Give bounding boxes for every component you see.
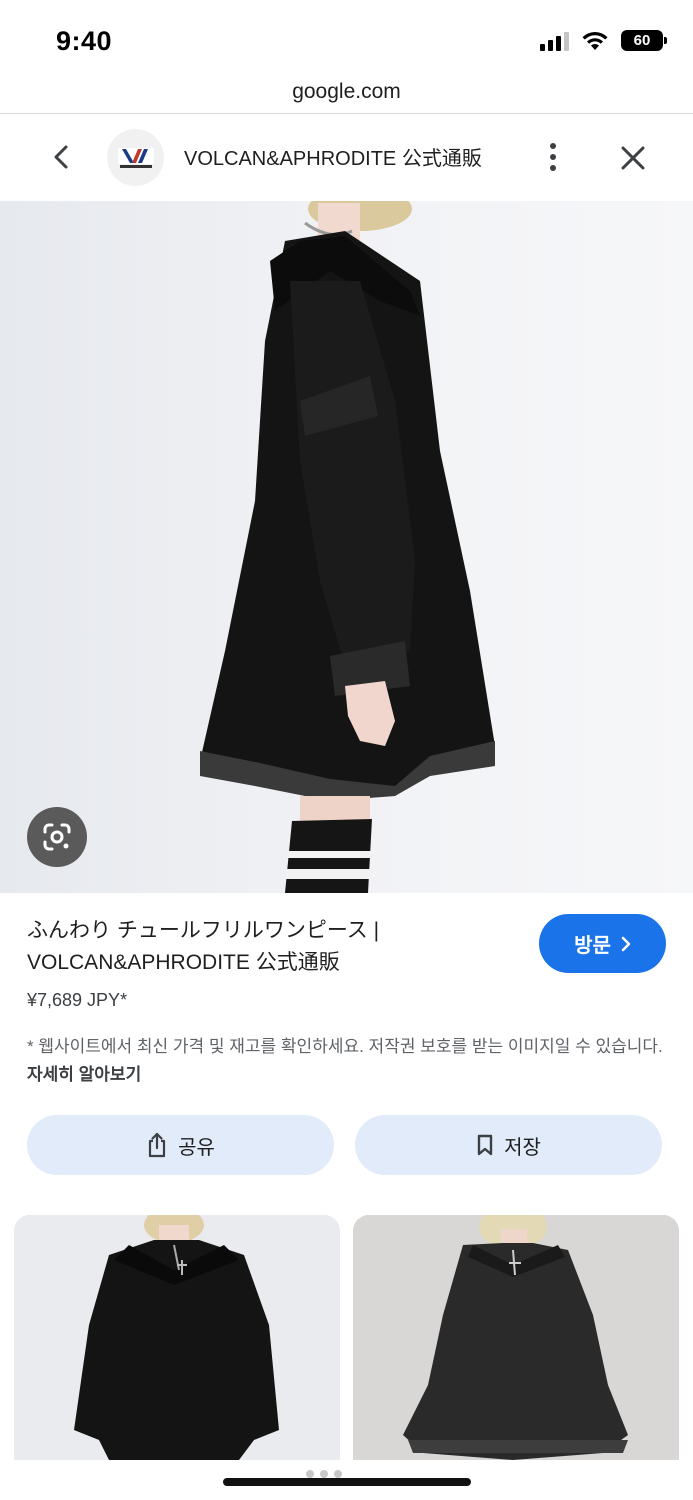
page-indicator (306, 1470, 342, 1478)
share-button-label: 공유 (178, 1136, 215, 1159)
save-button[interactable]: 저장 (355, 1115, 662, 1175)
site-logo-icon (117, 147, 154, 168)
product-price: ¥7,689 JPY* (27, 990, 128, 1010)
status-time: 9:40 (56, 26, 113, 56)
product-title-line1: ふんわり チュールフリルワンピース | (27, 919, 380, 942)
related-image-2[interactable] (353, 1215, 679, 1460)
lens-button[interactable] (27, 807, 87, 867)
visit-button-label: 방문 (574, 935, 611, 957)
related-image-1[interactable] (14, 1215, 340, 1460)
site-header: VOLCAN&APHRODITE 公式通販 (0, 115, 693, 201)
more-vertical-icon (550, 143, 556, 171)
related-dress-photo-2 (353, 1215, 679, 1460)
dress-photo (0, 201, 693, 893)
close-button[interactable] (614, 139, 652, 177)
product-title[interactable]: ふんわり チュールフリルワンピース | VOLCAN&APHRODITE 公式通… (27, 915, 527, 979)
battery-level: 60 (633, 32, 651, 49)
copyright-notice: * 웹사이트에서 최신 가격 및 재고를 확인하세요. 저작권 보호를 받는 이… (27, 1033, 667, 1089)
site-logo[interactable] (107, 129, 164, 186)
chevron-right-icon (621, 936, 631, 951)
home-indicator[interactable] (223, 1478, 471, 1486)
related-dress-photo-1 (14, 1215, 340, 1460)
url-bar[interactable]: google.com (0, 72, 693, 114)
save-button-label: 저장 (504, 1136, 541, 1159)
close-icon (621, 146, 645, 170)
visit-button[interactable]: 방문 (539, 914, 666, 973)
bookmark-icon (477, 1134, 493, 1156)
more-options-button[interactable] (538, 137, 568, 177)
back-chevron-icon (54, 145, 68, 169)
learn-more-link[interactable]: 자세히 알아보기 (27, 1065, 141, 1084)
signal-icon (540, 31, 569, 51)
product-image[interactable] (0, 201, 693, 893)
battery-icon: 60 (621, 30, 667, 51)
share-icon (148, 1132, 166, 1158)
google-lens-icon (43, 823, 71, 851)
share-button[interactable]: 공유 (27, 1115, 334, 1175)
wifi-icon (582, 31, 608, 50)
status-bar: 9:40 60 (0, 0, 693, 72)
site-title[interactable]: VOLCAN&APHRODITE 公式通販 (184, 142, 482, 171)
back-button[interactable] (44, 139, 78, 175)
product-title-line2: VOLCAN&APHRODITE 公式通販 (27, 951, 340, 974)
status-icons: 60 (540, 30, 667, 51)
notice-text: * 웹사이트에서 최신 가격 및 재고를 확인하세요. 저작권 보호를 받는 이… (27, 1037, 663, 1056)
url-text: google.com (292, 80, 401, 103)
